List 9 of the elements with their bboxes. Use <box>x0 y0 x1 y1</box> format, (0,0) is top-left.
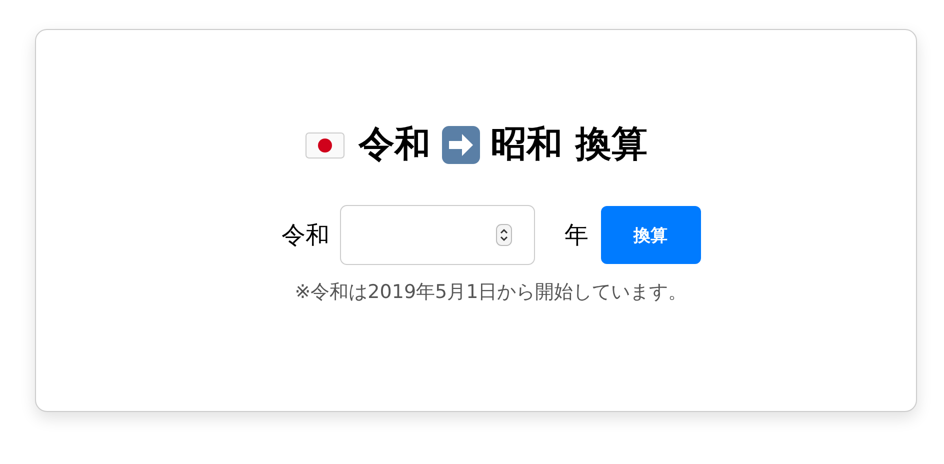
era-label: 令和 <box>282 220 330 251</box>
year-input-field[interactable] <box>340 205 534 265</box>
title-text: 昭和 換算 <box>490 123 648 167</box>
year-label: 年 <box>564 220 588 251</box>
title-text: 令和 <box>358 123 431 167</box>
note-text: ※令和は2019年5月1日から開始しています。 <box>294 280 688 305</box>
japan-flag-icon <box>304 130 345 160</box>
spinner-icon[interactable] <box>496 224 512 246</box>
convert-button[interactable]: 換算 <box>600 206 700 264</box>
